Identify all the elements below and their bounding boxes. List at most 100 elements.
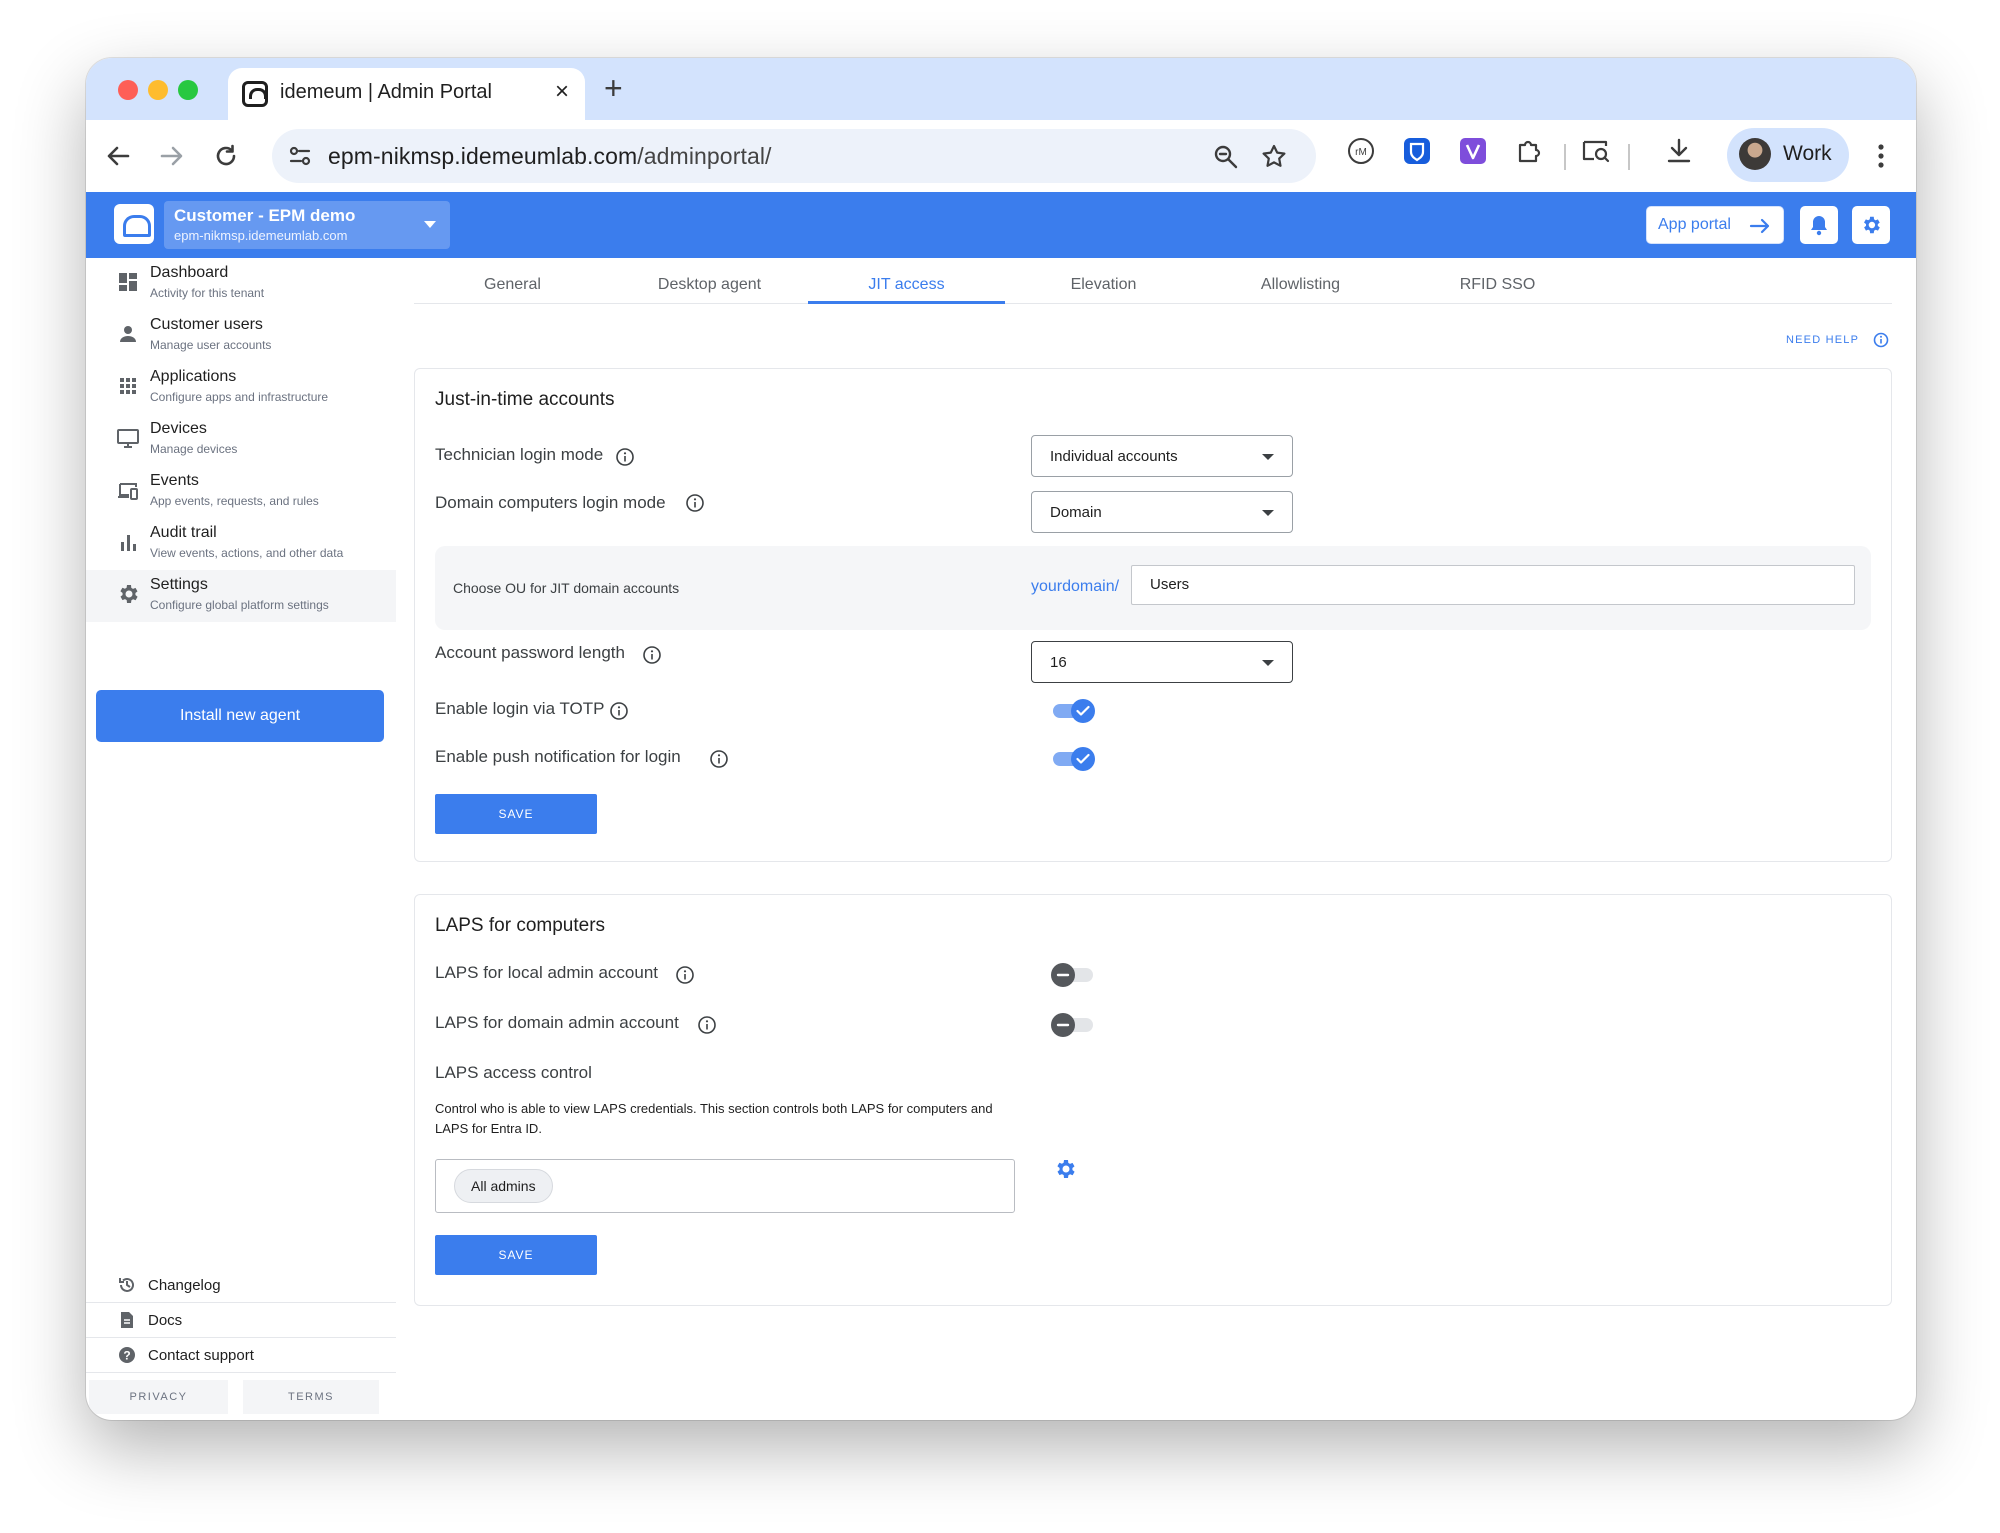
- laps-domain-toggle[interactable]: [1051, 1011, 1097, 1039]
- ou-input[interactable]: Users: [1131, 565, 1855, 605]
- forward-arrow-icon[interactable]: [154, 138, 190, 174]
- v-extension-icon[interactable]: [1458, 136, 1488, 166]
- toggle-knob: [1071, 699, 1095, 723]
- info-icon[interactable]: [609, 701, 629, 721]
- site-settings-icon[interactable]: [286, 142, 314, 170]
- tab-general[interactable]: General: [414, 258, 611, 304]
- domain-login-mode-select[interactable]: Domain: [1031, 491, 1293, 533]
- sidebar: Dashboard Activity for this tenant Custo…: [86, 258, 396, 1420]
- url-path: /adminportal/: [637, 143, 772, 169]
- url-text: epm-nikmsp.idemeumlab.com/adminportal/: [328, 143, 772, 170]
- minimize-window-button[interactable]: [148, 80, 168, 100]
- info-icon[interactable]: [709, 749, 729, 769]
- info-icon[interactable]: [697, 1015, 717, 1035]
- tenant-name: Customer - EPM demo: [174, 206, 356, 225]
- browser-menu-icon[interactable]: [1875, 142, 1887, 170]
- browser-tab[interactable]: idemeum | Admin Portal ×: [228, 68, 585, 120]
- zoom-icon[interactable]: [1212, 143, 1240, 171]
- technician-login-mode-select[interactable]: Individual accounts: [1031, 435, 1293, 477]
- document-icon: [121, 1312, 133, 1328]
- app-portal-label: App portal: [1658, 216, 1731, 233]
- browser-tab-title: idemeum | Admin Portal: [280, 81, 492, 103]
- sidebar-footer-changelog[interactable]: Changelog: [86, 1268, 396, 1303]
- sidebar-footer-contact-support[interactable]: ? Contact support: [86, 1338, 396, 1373]
- toolbar-divider: [1564, 144, 1566, 170]
- download-icon[interactable]: [1664, 136, 1694, 166]
- idemeum-logo-icon[interactable]: [114, 204, 154, 244]
- chevron-down-icon: [424, 221, 436, 228]
- profile-avatar: [1739, 138, 1771, 170]
- gear-icon[interactable]: [1053, 1157, 1077, 1181]
- rm-extension-icon[interactable]: rM: [1346, 136, 1376, 166]
- tenant-selector[interactable]: Customer - EPM demo epm-nikmsp.idemeumla…: [164, 201, 450, 249]
- sidebar-item-customer-users[interactable]: Customer users Manage user accounts: [86, 310, 396, 362]
- browser-window: idemeum | Admin Portal × + epm-nikmsp.id…: [86, 58, 1916, 1420]
- dropdown-arrow-icon: [1262, 510, 1274, 516]
- info-icon[interactable]: [1873, 332, 1889, 348]
- person-icon: [120, 326, 136, 342]
- tab-search-icon[interactable]: [1580, 136, 1612, 166]
- tab-elevation[interactable]: Elevation: [1005, 258, 1202, 304]
- reload-icon[interactable]: [208, 138, 244, 174]
- laps-access-input[interactable]: All admins: [435, 1159, 1015, 1213]
- laps-save-button[interactable]: SAVE: [435, 1235, 597, 1275]
- card-title: Just-in-time accounts: [435, 389, 615, 410]
- browser-tab-strip: idemeum | Admin Portal × +: [86, 58, 1916, 120]
- sidebar-item-subtitle: Activity for this tenant: [150, 286, 265, 300]
- password-length-select[interactable]: 16: [1031, 641, 1293, 683]
- sidebar-item-settings[interactable]: Settings Configure global platform setti…: [86, 570, 396, 622]
- tab-allowlisting[interactable]: Allowlisting: [1202, 258, 1399, 304]
- svg-text:rM: rM: [1355, 147, 1367, 158]
- back-arrow-icon[interactable]: [100, 138, 136, 174]
- monitor-icon: [117, 429, 139, 448]
- sidebar-item-devices[interactable]: Devices Manage devices: [86, 414, 396, 466]
- info-icon[interactable]: [685, 493, 705, 513]
- info-icon[interactable]: [642, 645, 662, 665]
- settings-button[interactable]: [1852, 206, 1890, 244]
- bell-icon: [1811, 216, 1827, 236]
- tab-close-icon[interactable]: ×: [555, 78, 569, 106]
- profile-button[interactable]: Work: [1727, 128, 1849, 182]
- select-value: 16: [1050, 654, 1067, 671]
- history-icon: [119, 1277, 134, 1292]
- tab-jit-access[interactable]: JIT access: [808, 258, 1005, 304]
- dashboard-icon: [119, 273, 137, 291]
- sidebar-item-dashboard[interactable]: Dashboard Activity for this tenant: [86, 258, 396, 310]
- info-icon[interactable]: [615, 447, 635, 467]
- install-new-agent-button[interactable]: Install new agent: [96, 690, 384, 742]
- new-tab-button[interactable]: +: [604, 70, 623, 107]
- sidebar-item-events[interactable]: Events App events, requests, and rules: [86, 466, 396, 518]
- need-help-link[interactable]: NEED HELP: [1786, 334, 1859, 346]
- sidebar-item-subtitle: App events, requests, and rules: [150, 494, 319, 508]
- privacy-link[interactable]: PRIVACY: [89, 1380, 228, 1414]
- sidebar-item-audit-trail[interactable]: Audit trail View events, actions, and ot…: [86, 518, 396, 570]
- gear-icon: [120, 585, 138, 603]
- dropdown-arrow-icon: [1262, 454, 1274, 460]
- push-notification-toggle[interactable]: [1051, 745, 1097, 773]
- bookmark-star-icon[interactable]: [1260, 143, 1288, 171]
- sidebar-item-title: Events: [150, 472, 199, 489]
- access-chip[interactable]: All admins: [454, 1169, 553, 1203]
- extensions-puzzle-icon[interactable]: [1514, 136, 1544, 166]
- terms-link[interactable]: TERMS: [243, 1380, 379, 1414]
- sidebar-footer-docs[interactable]: Docs: [86, 1303, 396, 1338]
- sidebar-item-applications[interactable]: Applications Configure apps and infrastr…: [86, 362, 396, 414]
- close-window-button[interactable]: [118, 80, 138, 100]
- profile-label: Work: [1783, 142, 1832, 165]
- totp-toggle[interactable]: [1051, 697, 1097, 725]
- maximize-window-button[interactable]: [178, 80, 198, 100]
- jit-save-button[interactable]: SAVE: [435, 794, 597, 834]
- address-bar[interactable]: epm-nikmsp.idemeumlab.com/adminportal/: [272, 129, 1316, 183]
- toggle-knob: [1051, 963, 1075, 987]
- tab-desktop-agent[interactable]: Desktop agent: [611, 258, 808, 304]
- info-icon[interactable]: [675, 965, 695, 985]
- toggle-knob: [1071, 747, 1095, 771]
- sidebar-item-title: Dashboard: [150, 264, 229, 281]
- tenant-domain: epm-nikmsp.idemeumlab.com: [174, 228, 348, 243]
- select-value: Individual accounts: [1050, 448, 1178, 465]
- notifications-button[interactable]: [1800, 206, 1838, 244]
- tab-rfid-sso[interactable]: RFID SSO: [1399, 258, 1596, 304]
- bitwarden-shield-icon[interactable]: [1402, 136, 1432, 166]
- app-portal-button[interactable]: App portal: [1646, 206, 1784, 244]
- laps-local-toggle[interactable]: [1051, 961, 1097, 989]
